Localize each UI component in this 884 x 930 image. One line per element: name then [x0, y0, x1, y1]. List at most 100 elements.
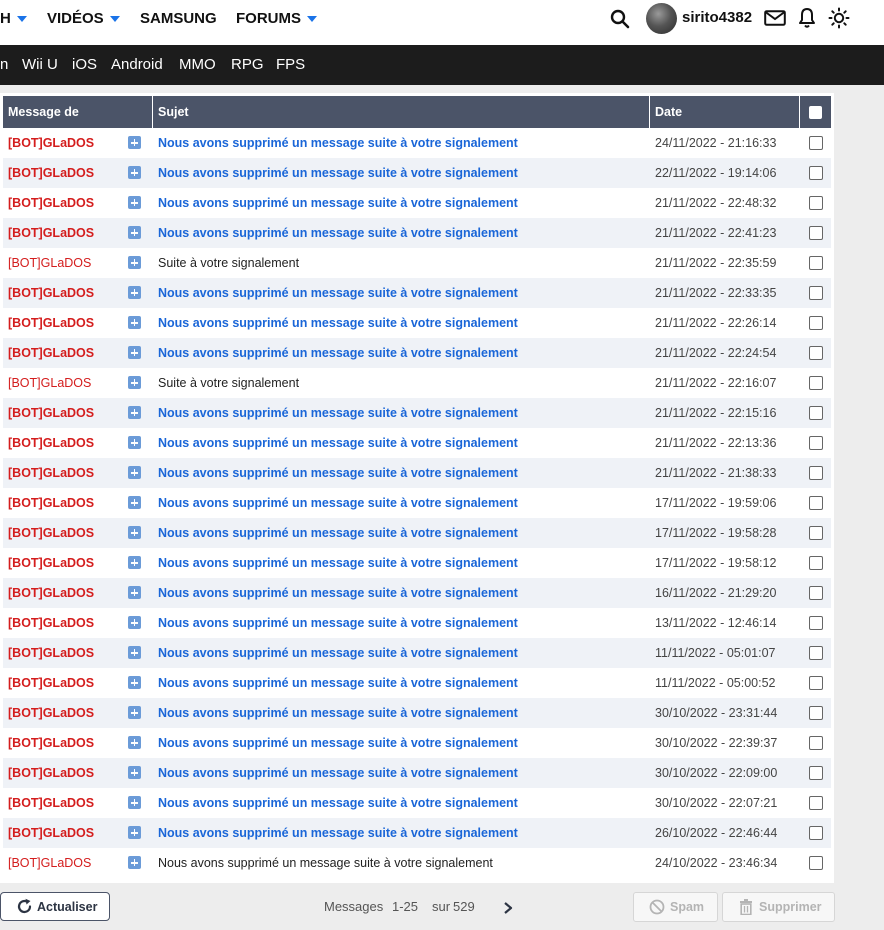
- table-row[interactable]: [BOT]GLaDOS Nous avons supprimé un messag…: [3, 278, 831, 308]
- subject-link[interactable]: Nous avons supprimé un message suite à v…: [158, 308, 518, 338]
- column-header-author[interactable]: Message de: [3, 96, 152, 128]
- row-checkbox[interactable]: [809, 676, 823, 690]
- next-page-icon[interactable]: [503, 901, 513, 915]
- expand-plus-icon[interactable]: [128, 166, 141, 179]
- author-link[interactable]: [BOT]GLaDOS: [8, 548, 94, 578]
- expand-plus-icon[interactable]: [128, 796, 141, 809]
- subject-link[interactable]: Nous avons supprimé un message suite à v…: [158, 518, 518, 548]
- author-link[interactable]: [BOT]GLaDOS: [8, 128, 94, 158]
- subject-link[interactable]: Nous avons supprimé un message suite à v…: [158, 578, 518, 608]
- row-checkbox[interactable]: [809, 466, 823, 480]
- subject-link[interactable]: Nous avons supprimé un message suite à v…: [158, 788, 518, 818]
- subject-link[interactable]: Nous avons supprimé un message suite à v…: [158, 488, 518, 518]
- expand-plus-icon[interactable]: [128, 706, 141, 719]
- subject-link[interactable]: Nous avons supprimé un message suite à v…: [158, 728, 518, 758]
- author-link[interactable]: [BOT]GLaDOS: [8, 458, 94, 488]
- row-checkbox[interactable]: [809, 226, 823, 240]
- row-checkbox[interactable]: [809, 346, 823, 360]
- table-row[interactable]: [BOT]GLaDOS Nous avons supprimé un messag…: [3, 128, 831, 158]
- subject-link[interactable]: Nous avons supprimé un message suite à v…: [158, 278, 518, 308]
- category-link[interactable]: iOS: [72, 45, 97, 85]
- subject-link[interactable]: Suite à votre signalement: [158, 368, 299, 398]
- nav-item-h[interactable]: H: [0, 0, 27, 36]
- author-link[interactable]: [BOT]GLaDOS: [8, 728, 94, 758]
- subject-link[interactable]: Nous avons supprimé un message suite à v…: [158, 668, 518, 698]
- table-row[interactable]: [BOT]GLaDOS Nous avons supprimé un messag…: [3, 788, 831, 818]
- table-row[interactable]: [BOT]GLaDOS Nous avons supprimé un messag…: [3, 578, 831, 608]
- author-link[interactable]: [BOT]GLaDOS: [8, 428, 94, 458]
- subject-link[interactable]: Nous avons supprimé un message suite à v…: [158, 848, 493, 878]
- author-link[interactable]: [BOT]GLaDOS: [8, 518, 94, 548]
- expand-plus-icon[interactable]: [128, 676, 141, 689]
- row-checkbox[interactable]: [809, 136, 823, 150]
- expand-plus-icon[interactable]: [128, 136, 141, 149]
- row-checkbox[interactable]: [809, 496, 823, 510]
- nav-item-samsung[interactable]: SAMSUNG: [140, 0, 217, 36]
- row-checkbox[interactable]: [809, 196, 823, 210]
- subject-link[interactable]: Nous avons supprimé un message suite à v…: [158, 548, 518, 578]
- subject-link[interactable]: Nous avons supprimé un message suite à v…: [158, 398, 518, 428]
- author-link[interactable]: [BOT]GLaDOS: [8, 668, 94, 698]
- row-checkbox[interactable]: [809, 526, 823, 540]
- search-icon[interactable]: [610, 9, 630, 29]
- author-link[interactable]: [BOT]GLaDOS: [8, 608, 94, 638]
- expand-plus-icon[interactable]: [128, 826, 141, 839]
- author-link[interactable]: [BOT]GLaDOS: [8, 278, 94, 308]
- row-checkbox[interactable]: [809, 286, 823, 300]
- table-row[interactable]: [BOT]GLaDOS Suite à votre signalement 21/1…: [3, 368, 831, 398]
- subject-link[interactable]: Nous avons supprimé un message suite à v…: [158, 698, 518, 728]
- subject-link[interactable]: Nous avons supprimé un message suite à v…: [158, 638, 518, 668]
- row-checkbox[interactable]: [809, 766, 823, 780]
- expand-plus-icon[interactable]: [128, 316, 141, 329]
- category-link[interactable]: Wii U: [22, 45, 58, 85]
- table-row[interactable]: [BOT]GLaDOS Nous avons supprimé un messag…: [3, 398, 831, 428]
- author-link[interactable]: [BOT]GLaDOS: [8, 248, 91, 278]
- row-checkbox[interactable]: [809, 166, 823, 180]
- category-link[interactable]: n: [0, 45, 8, 85]
- expand-plus-icon[interactable]: [128, 346, 141, 359]
- table-row[interactable]: [BOT]GLaDOS Nous avons supprimé un messag…: [3, 758, 831, 788]
- table-row[interactable]: [BOT]GLaDOS Nous avons supprimé un messag…: [3, 728, 831, 758]
- subject-link[interactable]: Suite à votre signalement: [158, 248, 299, 278]
- expand-plus-icon[interactable]: [128, 526, 141, 539]
- row-checkbox[interactable]: [809, 376, 823, 390]
- expand-plus-icon[interactable]: [128, 856, 141, 869]
- author-link[interactable]: [BOT]GLaDOS: [8, 398, 94, 428]
- category-link[interactable]: Android: [111, 45, 163, 85]
- bell-icon[interactable]: [798, 7, 816, 29]
- expand-plus-icon[interactable]: [128, 586, 141, 599]
- subject-link[interactable]: Nous avons supprimé un message suite à v…: [158, 218, 518, 248]
- row-checkbox[interactable]: [809, 616, 823, 630]
- author-link[interactable]: [BOT]GLaDOS: [8, 158, 94, 188]
- category-link[interactable]: RPG: [231, 45, 264, 85]
- expand-plus-icon[interactable]: [128, 616, 141, 629]
- table-row[interactable]: [BOT]GLaDOS Nous avons supprimé un messag…: [3, 818, 831, 848]
- expand-plus-icon[interactable]: [128, 256, 141, 269]
- expand-plus-icon[interactable]: [128, 196, 141, 209]
- author-link[interactable]: [BOT]GLaDOS: [8, 638, 94, 668]
- table-row[interactable]: [BOT]GLaDOS Nous avons supprimé un messag…: [3, 428, 831, 458]
- table-row[interactable]: [BOT]GLaDOS Nous avons supprimé un messag…: [3, 608, 831, 638]
- author-link[interactable]: [BOT]GLaDOS: [8, 788, 94, 818]
- table-row[interactable]: [BOT]GLaDOS Nous avons supprimé un messag…: [3, 548, 831, 578]
- expand-plus-icon[interactable]: [128, 406, 141, 419]
- author-link[interactable]: [BOT]GLaDOS: [8, 488, 94, 518]
- nav-item-videos[interactable]: VIDÉOS: [47, 0, 120, 36]
- row-checkbox[interactable]: [809, 556, 823, 570]
- table-row[interactable]: [BOT]GLaDOS Suite à votre signalement 21/1…: [3, 248, 831, 278]
- expand-plus-icon[interactable]: [128, 736, 141, 749]
- row-checkbox[interactable]: [809, 706, 823, 720]
- expand-plus-icon[interactable]: [128, 466, 141, 479]
- row-checkbox[interactable]: [809, 316, 823, 330]
- expand-plus-icon[interactable]: [128, 286, 141, 299]
- subject-link[interactable]: Nous avons supprimé un message suite à v…: [158, 188, 518, 218]
- row-checkbox[interactable]: [809, 736, 823, 750]
- subject-link[interactable]: Nous avons supprimé un message suite à v…: [158, 758, 518, 788]
- author-link[interactable]: [BOT]GLaDOS: [8, 368, 91, 398]
- row-checkbox[interactable]: [809, 436, 823, 450]
- table-row[interactable]: [BOT]GLaDOS Nous avons supprimé un messag…: [3, 158, 831, 188]
- refresh-button[interactable]: Actualiser: [0, 892, 110, 921]
- subject-link[interactable]: Nous avons supprimé un message suite à v…: [158, 128, 518, 158]
- delete-button[interactable]: Supprimer: [722, 892, 835, 922]
- table-row[interactable]: [BOT]GLaDOS Nous avons supprimé un messag…: [3, 848, 831, 878]
